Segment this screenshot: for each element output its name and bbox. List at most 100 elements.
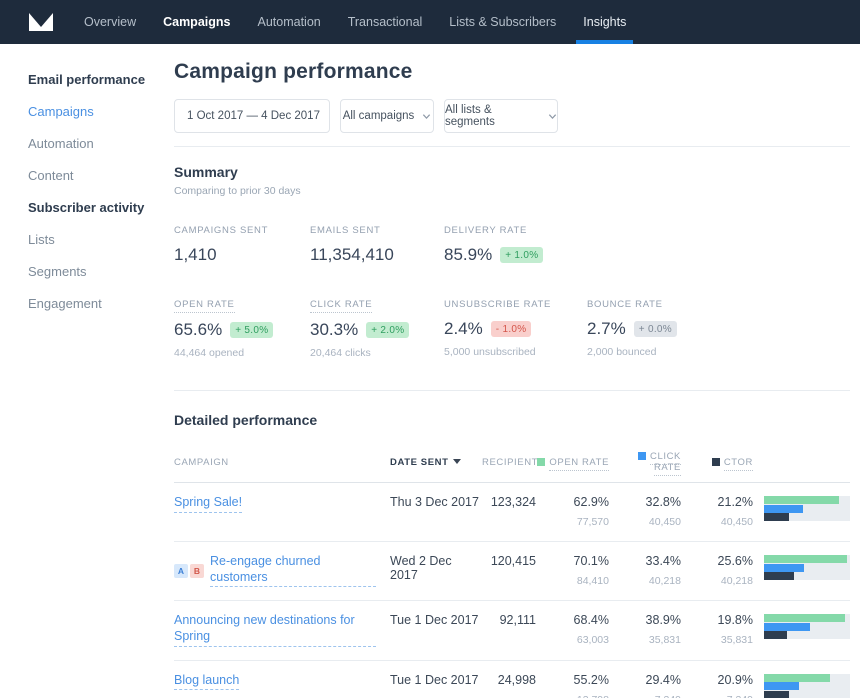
top-navbar: Overview Campaigns Automation Transactio… (0, 0, 860, 44)
metric-delivery-rate: DELIVERY RATE 85.9% + 1.0% (444, 220, 587, 265)
change-badge: - 1.0% (491, 321, 532, 337)
metric-sub-count: 5,000 unsubscribed (444, 346, 587, 358)
rate-mini-bar-chart (764, 614, 850, 639)
metric-value: 2.4% (444, 319, 483, 339)
sidebar-item-segments[interactable]: Segments (28, 264, 174, 279)
sidebar-group-email-performance: Email performance (28, 72, 174, 87)
rate-mini-bar-chart (764, 674, 850, 698)
campaigns-filter-value: All campaigns (343, 110, 415, 122)
date-sent-cell: Tue 1 Dec 2017 (390, 673, 482, 687)
chevron-down-icon (548, 112, 557, 121)
metric-sub-count: 20,464 clicks (310, 347, 444, 359)
chevron-down-icon (422, 112, 431, 121)
metric-value: 1,410 (174, 245, 217, 265)
col-recipients: RECIPIENTS (482, 457, 536, 468)
metric-emails-sent: EMAILS SENT 11,354,410 (310, 220, 444, 265)
metric-sub-count: 44,464 opened (174, 347, 310, 359)
change-badge: + 2.0% (366, 322, 409, 338)
table-row: Spring Sale! Thu 3 Dec 2017 123,324 62.9… (174, 483, 850, 542)
nav-item-campaigns[interactable]: Campaigns (163, 0, 230, 44)
metric-open-rate: OPEN RATE 65.6% + 5.0% 44,464 opened (174, 294, 310, 359)
metric-value: 85.9% (444, 245, 492, 265)
nav-items: Overview Campaigns Automation Transactio… (84, 0, 626, 44)
campaign-link[interactable]: Blog launch (174, 673, 239, 691)
sidebar-item-content[interactable]: Content (28, 168, 174, 183)
open-rate-cell: 70.1%84,410 (536, 554, 609, 587)
date-range-picker[interactable]: 1 Oct 2017 — 4 Dec 2017 (174, 99, 330, 133)
open-rate-cell: 55.2%13,798 (536, 673, 609, 698)
nav-item-transactional[interactable]: Transactional (348, 0, 423, 44)
date-sent-cell: Wed 2 Dec 2017 (390, 554, 482, 582)
date-sent-cell: Tue 1 Dec 2017 (390, 613, 482, 627)
sort-desc-icon (453, 459, 461, 464)
click-rate-cell: 29.4%7,349 (609, 673, 681, 698)
main-content: Campaign performance 1 Oct 2017 — 4 Dec … (174, 44, 860, 698)
table-row: Announcing new destinations for Spring T… (174, 601, 850, 660)
col-click-rate[interactable]: CLICK RATE (609, 451, 681, 473)
table-header: CAMPAIGN DATE SENT RECIPIENTS OPEN RATE … (174, 451, 850, 483)
col-ctor[interactable]: CTOR (681, 457, 753, 468)
metric-unsubscribe-rate: UNSUBSCRIBE RATE 2.4% - 1.0% 5,000 unsub… (444, 294, 587, 359)
open-rate-cell: 62.9%77,570 (536, 495, 609, 528)
col-date-sent-sort[interactable]: DATE SENT (390, 457, 482, 468)
summary-title: Summary (174, 164, 850, 180)
metric-value: 2.7% (587, 319, 626, 339)
open-rate-cell: 68.4%63,003 (536, 613, 609, 646)
section-divider (174, 146, 850, 147)
click-rate-cell: 32.8%40,450 (609, 495, 681, 528)
summary-metrics-row-2: OPEN RATE 65.6% + 5.0% 44,464 opened CLI… (174, 294, 850, 359)
page-title: Campaign performance (174, 60, 850, 84)
summary-metrics-row-1: CAMPAIGNS SENT 1,410 EMAILS SENT 11,354,… (174, 220, 850, 265)
nav-item-lists-subscribers[interactable]: Lists & Subscribers (449, 0, 556, 44)
ctor-cell: 21.2%40,450 (681, 495, 753, 528)
change-badge: + 1.0% (500, 247, 543, 263)
date-sent-cell: Thu 3 Dec 2017 (390, 495, 482, 509)
lists-segments-filter-value: All lists & segments (445, 104, 540, 128)
ab-test-badge: AB (174, 564, 204, 578)
detailed-performance-title: Detailed performance (174, 412, 850, 428)
nav-item-insights[interactable]: Insights (583, 0, 626, 44)
filters-bar: 1 Oct 2017 — 4 Dec 2017 All campaigns Al… (174, 99, 850, 133)
campaign-link[interactable]: Announcing new destinations for Spring (174, 613, 376, 646)
section-divider (174, 390, 850, 391)
rate-mini-bar-chart (764, 555, 850, 580)
metric-click-rate: CLICK RATE 30.3% + 2.0% 20,464 clicks (310, 294, 444, 359)
sidebar-item-campaigns[interactable]: Campaigns (28, 104, 174, 119)
sidebar-item-lists[interactable]: Lists (28, 232, 174, 247)
table-body: Spring Sale! Thu 3 Dec 2017 123,324 62.9… (174, 483, 850, 698)
sidebar-group-subscriber-activity: Subscriber activity (28, 200, 174, 215)
table-row: Blog launch Tue 1 Dec 2017 24,998 55.2%1… (174, 661, 850, 698)
campaign-link[interactable]: Spring Sale! (174, 495, 242, 513)
metric-sub-count: 2,000 bounced (587, 346, 850, 358)
nav-item-overview[interactable]: Overview (84, 0, 136, 44)
campaign-monitor-logo-icon[interactable] (28, 12, 54, 32)
change-badge: + 0.0% (634, 321, 677, 337)
rate-mini-bar-chart (764, 496, 850, 521)
campaigns-filter-dropdown[interactable]: All campaigns (340, 99, 434, 133)
recipients-cell: 24,998 (482, 673, 536, 687)
metric-bounce-rate: BOUNCE RATE 2.7% + 0.0% 2,000 bounced (587, 294, 850, 359)
lists-segments-filter-dropdown[interactable]: All lists & segments (444, 99, 558, 133)
recipients-cell: 120,415 (482, 554, 536, 568)
sidebar: Email performance Campaigns Automation C… (0, 44, 174, 698)
click-rate-legend-swatch (638, 452, 646, 460)
col-open-rate[interactable]: OPEN RATE (536, 457, 609, 468)
table-row: AB Re-engage churned customers Wed 2 Dec… (174, 542, 850, 601)
metric-value: 30.3% (310, 320, 358, 340)
ctor-cell: 20.9%7,349 (681, 673, 753, 698)
ctor-cell: 19.8%35,831 (681, 613, 753, 646)
change-badge: + 5.0% (230, 322, 273, 338)
metric-value: 65.6% (174, 320, 222, 340)
recipients-cell: 92,111 (482, 613, 536, 627)
campaign-link[interactable]: Re-engage churned customers (210, 554, 376, 587)
sidebar-item-engagement[interactable]: Engagement (28, 296, 174, 311)
summary-subtitle: Comparing to prior 30 days (174, 185, 850, 197)
nav-item-automation[interactable]: Automation (257, 0, 320, 44)
sidebar-item-automation[interactable]: Automation (28, 136, 174, 151)
click-rate-cell: 38.9%35,831 (609, 613, 681, 646)
ctor-cell: 25.6%40,218 (681, 554, 753, 587)
recipients-cell: 123,324 (482, 495, 536, 509)
click-rate-cell: 33.4%40,218 (609, 554, 681, 587)
ctor-legend-swatch (712, 458, 720, 466)
metric-value: 11,354,410 (310, 245, 394, 265)
